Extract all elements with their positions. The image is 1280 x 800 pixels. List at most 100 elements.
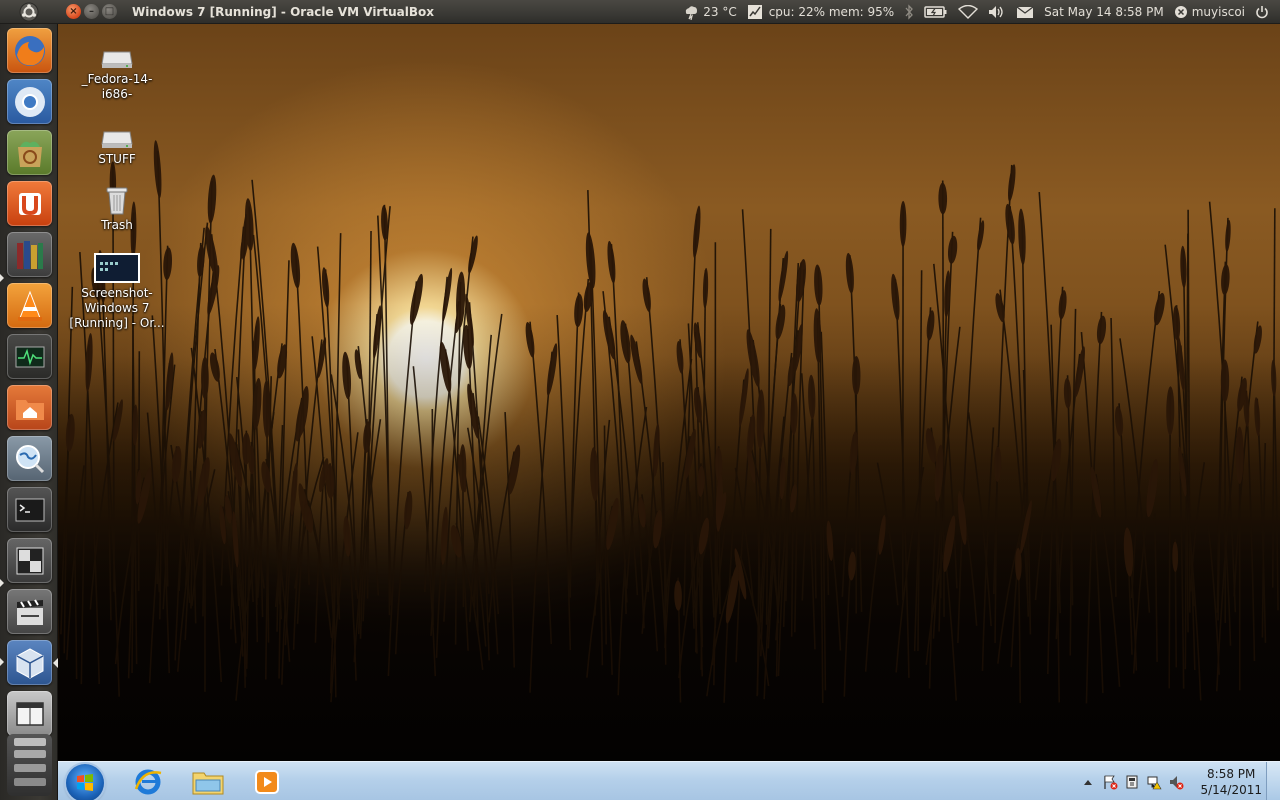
window-minimize-button[interactable]: –: [84, 4, 99, 19]
clock-indicator[interactable]: Sat May 14 8:58 PM: [1039, 0, 1169, 24]
launcher-item-system-monitor[interactable]: [7, 334, 52, 379]
desktop-icon-label: [Running] - Or...: [69, 316, 165, 330]
desktop-icon-label: STUFF: [98, 152, 136, 166]
window-icon: [15, 701, 44, 726]
desktop-icon-fedora[interactable]: _Fedora-14- i686-: [67, 44, 167, 102]
firefox-icon: [14, 35, 45, 66]
username: muyiscoi: [1191, 5, 1245, 19]
launcher-item-calibre[interactable]: [7, 232, 52, 277]
taskbar-clock[interactable]: 8:58 PM 5/14/2011: [1200, 766, 1262, 798]
sound-indicator[interactable]: [983, 0, 1011, 24]
chevron-up-icon: [1084, 779, 1093, 785]
battery-icon: [924, 6, 947, 18]
chromium-icon: [14, 86, 45, 117]
user-status-icon: [1174, 6, 1187, 18]
window-close-button[interactable]: ×: [66, 4, 81, 19]
start-button[interactable]: [66, 764, 104, 800]
show-desktop-button[interactable]: [1266, 762, 1280, 800]
media-player-icon: [255, 770, 279, 794]
workspace-switcher-icon: [16, 547, 43, 574]
system-monitor-icon: [15, 346, 44, 367]
launcher-item-chromium[interactable]: [7, 79, 52, 124]
taskbar-clock-time: 8:58 PM: [1207, 766, 1256, 781]
launcher-item-terminal[interactable]: [7, 487, 52, 532]
user-indicator[interactable]: muyiscoi: [1169, 0, 1250, 24]
system-monitor-indicator[interactable]: cpu: 22% mem: 95%: [742, 0, 899, 24]
desktop-icon-label: Screenshot-: [81, 286, 153, 300]
desktop-icon-label: Trash: [101, 218, 133, 232]
launcher-item-drives[interactable]: [7, 734, 52, 796]
running-pip: [0, 274, 4, 282]
launcher-item-ubuntu-one[interactable]: [7, 181, 52, 226]
cpu-mem-readout: cpu: 22% mem: 95%: [768, 5, 895, 19]
weather-temperature: 23 °C: [703, 5, 737, 19]
desktop-icon-stuff[interactable]: STUFF: [67, 124, 167, 167]
launcher-item-video-editor[interactable]: [7, 589, 52, 634]
bookshelf-icon: [16, 240, 43, 269]
desktop-icon-label: _Fedora-14-: [81, 72, 153, 86]
globe-search-icon: [15, 444, 44, 473]
window-maximize-button[interactable]: □: [102, 4, 117, 19]
drive-icon: [101, 51, 133, 68]
windows-taskbar: 8:58 PM 5/14/2011: [58, 761, 1280, 800]
launcher-item-web-browser[interactable]: [7, 436, 52, 481]
usb-device-icon: [1126, 775, 1138, 788]
taskbar-internet-explorer[interactable]: [120, 764, 176, 800]
volume-icon: [989, 6, 1003, 18]
action-center-tray[interactable]: [1102, 774, 1118, 790]
network-indicator[interactable]: [953, 0, 983, 24]
weather-indicator[interactable]: 23 °C: [678, 0, 741, 24]
wifi-icon: [958, 5, 979, 19]
envelope-icon: [1016, 6, 1034, 18]
action-center-flag-icon: [1104, 775, 1118, 789]
windows-explorer-icon: [192, 772, 224, 795]
taskbar-clock-date: 5/14/2011: [1200, 782, 1262, 797]
ubuntu-logo-icon: [19, 2, 39, 21]
home-folder-icon: [15, 399, 44, 420]
launcher-item-vlc[interactable]: [7, 283, 52, 328]
trash-icon: [106, 187, 128, 215]
bluetooth-indicator[interactable]: [899, 0, 919, 24]
running-pip: [0, 579, 4, 587]
screenshot-thumbnail-icon: [94, 253, 140, 283]
launcher-item-home-folder[interactable]: [7, 385, 52, 430]
dash-button[interactable]: [0, 0, 58, 24]
launcher-item-software-center[interactable]: [7, 130, 52, 175]
ubuntu-one-icon: [18, 192, 41, 215]
software-center-icon: [17, 141, 42, 167]
volume-tray[interactable]: [1168, 774, 1184, 790]
power-icon: [1256, 6, 1268, 19]
session-indicator[interactable]: [1250, 0, 1274, 24]
desktop-icon-label: Windows 7: [84, 301, 150, 315]
desktop-wallpaper[interactable]: _Fedora-14- i686- STUFF Trash Screenshot…: [58, 24, 1280, 761]
running-pip: [0, 658, 4, 666]
bluetooth-icon: [905, 4, 914, 20]
top-panel: × – □ Windows 7 [Running] - Oracle VM Vi…: [0, 0, 1280, 24]
indicator-area: 23 °C cpu: 22% mem: 95% Sat May 14 8:58 …: [678, 0, 1274, 24]
windows-logo-icon: [77, 774, 93, 791]
virtualbox-icon: [16, 647, 43, 679]
launcher-item-firefox[interactable]: [7, 28, 52, 73]
desktop-icon-trash[interactable]: Trash: [67, 184, 167, 233]
messaging-indicator[interactable]: [1011, 0, 1039, 24]
battery-indicator[interactable]: [919, 0, 953, 24]
show-hidden-icons-button[interactable]: [1080, 774, 1096, 790]
drive-icon: [101, 131, 133, 148]
desktop-icon-screenshot[interactable]: Screenshot- Windows 7 [Running] - Or...: [67, 252, 167, 331]
terminal-icon: [15, 498, 44, 521]
system-tray: 8:58 PM 5/14/2011: [1080, 762, 1266, 800]
internet-explorer-icon: [134, 769, 162, 795]
taskbar-media-player[interactable]: [240, 764, 296, 800]
launcher: [0, 24, 58, 800]
launcher-item-workspace-switcher[interactable]: [7, 538, 52, 583]
devices-tray[interactable]: [1124, 774, 1140, 790]
taskbar-windows-explorer[interactable]: [180, 764, 236, 800]
window-title: Windows 7 [Running] - Oracle VM VirtualB…: [132, 4, 434, 19]
weather-icon: [686, 6, 698, 20]
network-warning-icon: [1147, 776, 1162, 789]
desktop-icon-label: i686-: [101, 87, 133, 101]
clapperboard-icon: [16, 598, 43, 625]
network-tray[interactable]: [1146, 774, 1162, 790]
launcher-item-virtualbox[interactable]: [7, 640, 52, 685]
launcher-item-window-app[interactable]: [7, 691, 52, 736]
